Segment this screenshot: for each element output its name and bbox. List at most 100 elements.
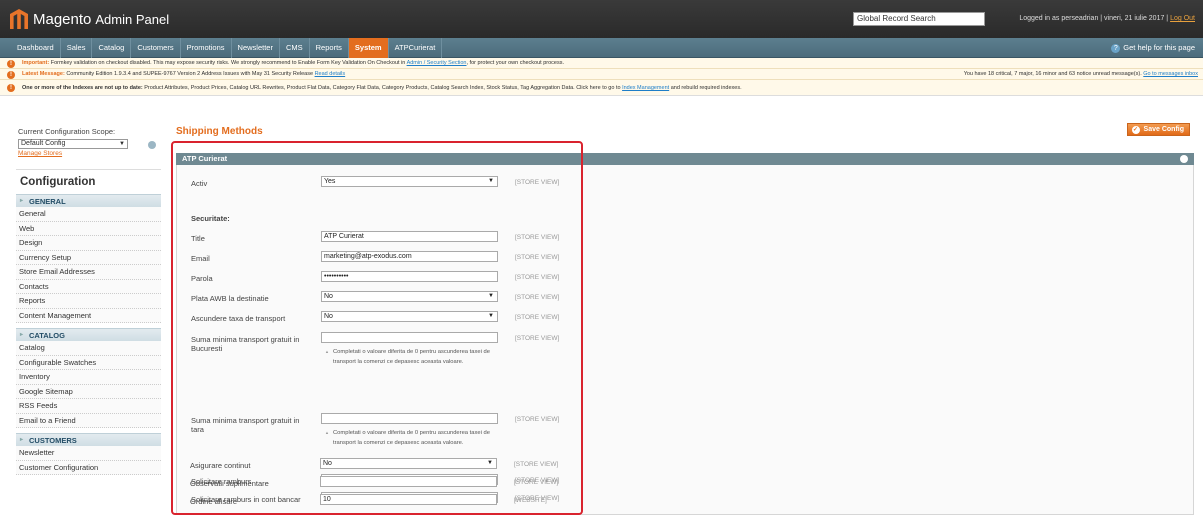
scope-help-icon[interactable] bbox=[148, 141, 156, 149]
nav-sales[interactable]: Sales bbox=[61, 37, 93, 58]
nav-customers[interactable]: Customers bbox=[131, 37, 181, 58]
scope-label: [STORE VIEW] bbox=[515, 274, 560, 281]
message-indexes: ! One or more of the Indexes are not up … bbox=[0, 80, 1203, 96]
message-indexes-tail: and rebuild required indexes. bbox=[670, 85, 742, 91]
suma-bucuresti-input[interactable] bbox=[321, 332, 498, 343]
scope-value: Default Config bbox=[21, 140, 66, 147]
plata-awb-select[interactable]: No ▼ bbox=[321, 291, 498, 302]
scope-label: [STORE VIEW] bbox=[515, 234, 560, 241]
logo-subtitle: Admin Panel bbox=[95, 11, 170, 27]
field-label: Ascundere taxa de transport bbox=[191, 314, 286, 323]
index-management-link[interactable]: Index Management bbox=[622, 85, 669, 91]
nav-promotions[interactable]: Promotions bbox=[181, 37, 232, 58]
sidebar-item-email-friend[interactable]: Email to a Friend bbox=[16, 413, 161, 428]
field-label: Plata AWB la destinatie bbox=[191, 294, 269, 303]
message-important-tail: , for protect your own checkout process. bbox=[466, 60, 565, 66]
login-text: Logged in as perseadrian | vineri, 21 iu… bbox=[1019, 15, 1169, 22]
manage-stores-link[interactable]: Manage Stores bbox=[18, 150, 159, 157]
magento-logo-icon bbox=[10, 9, 28, 29]
sidebar-item-google-sitemap[interactable]: Google Sitemap bbox=[16, 384, 161, 399]
nav-atpcurierat[interactable]: ATPCurierat bbox=[389, 37, 443, 58]
sidebar-item-inventory[interactable]: Inventory bbox=[16, 370, 161, 385]
sidebar-item-reports[interactable]: Reports bbox=[16, 294, 161, 309]
message-important: ! Important: Formkey validation on check… bbox=[0, 58, 1203, 69]
admin-security-link[interactable]: Admin / Security Section bbox=[407, 60, 467, 66]
password-input[interactable]: •••••••••• bbox=[321, 271, 498, 282]
login-info: Logged in as perseadrian | vineri, 21 iu… bbox=[1019, 15, 1195, 22]
scope-label: [STORE VIEW] bbox=[515, 335, 560, 342]
sidebar-item-contacts[interactable]: Contacts bbox=[16, 279, 161, 294]
observatii-input[interactable] bbox=[320, 476, 497, 487]
nav-system[interactable]: System bbox=[348, 37, 389, 58]
sidebar-item-rss-feeds[interactable]: RSS Feeds bbox=[16, 399, 161, 414]
scope-label: [STORE VIEW] bbox=[515, 294, 560, 301]
asigurare-select[interactable]: No ▼ bbox=[320, 458, 497, 469]
field-label: Suma minima transport gratuit in tara bbox=[191, 416, 300, 434]
scope-label: [STORE VIEW] bbox=[514, 461, 559, 468]
page-title: Shipping Methods bbox=[176, 126, 263, 137]
message-indexes-title: One or more of the Indexes are not up to… bbox=[22, 85, 143, 91]
scope-label: [STORE VIEW] bbox=[515, 416, 560, 423]
field-label: Email bbox=[191, 254, 210, 263]
save-config-button[interactable]: ✓ Save Config bbox=[1126, 123, 1190, 136]
scope-label: [STORE VIEW] bbox=[514, 479, 559, 486]
message-latest-text: Community Edition 1.9.3.4 and SUPEE-9767… bbox=[66, 71, 314, 77]
securitate-heading: Securitate: bbox=[191, 214, 230, 223]
sidebar-item-content-management[interactable]: Content Management bbox=[16, 308, 161, 323]
unread-messages: You have 18 critical, 7 major, 16 minor … bbox=[964, 69, 1198, 79]
fieldset-header[interactable]: ATP Curierat bbox=[176, 153, 1194, 165]
sidebar-item-general[interactable]: General bbox=[16, 207, 161, 222]
section-customers[interactable]: CUSTOMERS bbox=[16, 433, 161, 447]
sidebar-item-design[interactable]: Design bbox=[16, 236, 161, 251]
sidebar-item-configurable-swatches[interactable]: Configurable Swatches bbox=[16, 355, 161, 370]
sidebar-item-catalog[interactable]: Catalog bbox=[16, 341, 161, 356]
title-input[interactable]: ATP Curierat bbox=[321, 231, 498, 242]
scope-label: Current Configuration Scope: bbox=[18, 127, 116, 136]
field-note: Completati o valoare diferita de 0 pentr… bbox=[325, 428, 500, 448]
activ-value: Yes bbox=[324, 178, 336, 185]
help-label: Get help for this page bbox=[1123, 43, 1195, 52]
sidebar-item-web[interactable]: Web bbox=[16, 221, 161, 236]
warning-icon: ! bbox=[7, 59, 15, 68]
nav-reports[interactable]: Reports bbox=[310, 37, 349, 58]
message-latest-title: Latest Message: bbox=[22, 71, 65, 77]
warning-icon: ! bbox=[7, 84, 15, 92]
sidebar-item-customer-configuration[interactable]: Customer Configuration bbox=[16, 460, 161, 475]
nav-cms[interactable]: CMS bbox=[280, 37, 310, 58]
config-scope: Current Configuration Scope: Default Con… bbox=[16, 121, 161, 169]
message-indexes-text: Product Attributes, Product Prices, Cata… bbox=[144, 85, 621, 91]
global-search-input[interactable]: Global Record Search bbox=[853, 12, 985, 26]
suma-tara-input[interactable] bbox=[321, 413, 498, 424]
header: Magento Admin Panel Global Record Search… bbox=[0, 0, 1203, 38]
sidebar: Current Configuration Scope: Default Con… bbox=[16, 121, 161, 475]
ascundere-select[interactable]: No ▼ bbox=[321, 311, 498, 322]
ordine-input[interactable]: 10 bbox=[320, 494, 497, 505]
message-important-title: Important: bbox=[22, 60, 50, 66]
help-icon: ? bbox=[1111, 44, 1121, 53]
chevron-down-icon: ▼ bbox=[488, 293, 494, 299]
magento-logo[interactable]: Magento Admin Panel bbox=[10, 8, 169, 30]
nav-catalog[interactable]: Catalog bbox=[92, 37, 132, 58]
messages-inbox-link[interactable]: Go to messages inbox bbox=[1143, 71, 1198, 77]
help-link[interactable]: ? Get help for this page bbox=[1111, 38, 1195, 58]
sidebar-item-newsletter[interactable]: Newsletter bbox=[16, 446, 161, 461]
section-general[interactable]: GENERAL bbox=[16, 194, 161, 208]
save-config-label: Save Config bbox=[1143, 126, 1184, 133]
logout-link[interactable]: Log Out bbox=[1170, 15, 1195, 22]
logo-text: Magento bbox=[33, 10, 92, 28]
sidebar-item-currency-setup[interactable]: Currency Setup bbox=[16, 250, 161, 265]
section-catalog[interactable]: CATALOG bbox=[16, 328, 161, 342]
nav-newsletter[interactable]: Newsletter bbox=[232, 37, 280, 58]
field-label: Title bbox=[191, 234, 205, 243]
read-details-link[interactable]: Read details bbox=[315, 71, 346, 77]
sidebar-item-store-email[interactable]: Store Email Addresses bbox=[16, 265, 161, 280]
field-label: Asigurare continut bbox=[190, 461, 251, 470]
field-label: Activ bbox=[191, 179, 208, 188]
scope-label: [STORE VIEW] bbox=[515, 254, 560, 261]
scope-select[interactable]: Default Config ▼ bbox=[18, 139, 128, 149]
activ-select[interactable]: Yes ▼ bbox=[321, 176, 498, 187]
email-input[interactable]: marketing@atp-exodus.com bbox=[321, 251, 498, 262]
nav-dashboard[interactable]: Dashboard bbox=[11, 37, 61, 58]
collapse-toggle-icon[interactable] bbox=[1180, 155, 1188, 163]
ascundere-value: No bbox=[324, 313, 333, 320]
